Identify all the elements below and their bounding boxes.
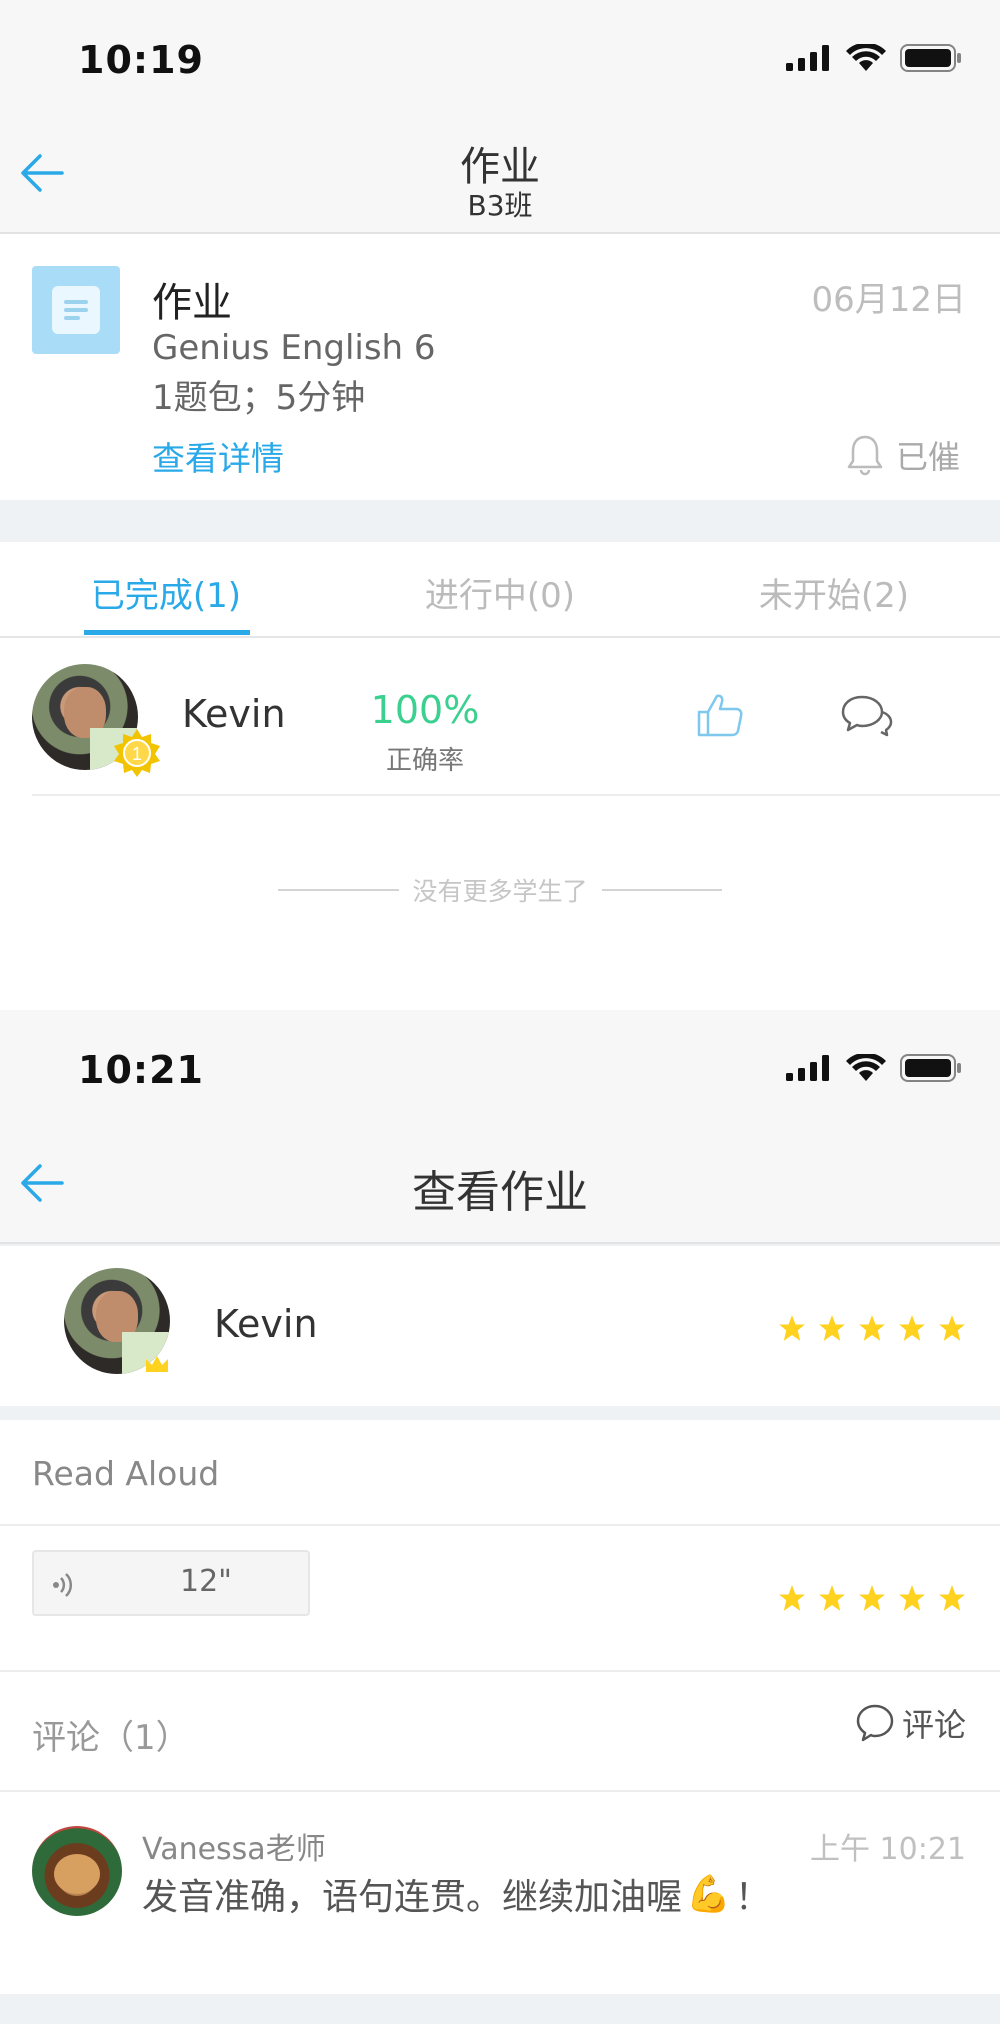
signal-icon xyxy=(786,45,829,71)
row-divider xyxy=(32,794,1000,796)
homework-meta: 1题包；5分钟 xyxy=(152,378,366,418)
star-icon xyxy=(819,1315,845,1341)
nav-bar: 作业 B3班 xyxy=(0,112,1000,234)
no-more-label: 没有更多学生了 xyxy=(412,877,588,906)
homework-book: Genius English 6 xyxy=(152,328,436,368)
add-comment-button[interactable]: 评论 xyxy=(856,1700,966,1746)
nav-subtitle: B3班 xyxy=(467,189,533,222)
status-tabs: 已完成(1) 进行中(0) 未开始(2) xyxy=(0,542,1000,638)
comment-item: Vanessa老师 上午 10:21 发音准确，语句连贯。继续加油喔 💪 ！ xyxy=(0,1792,1000,1994)
screen-homework-overview: 10:19 作业 B3班 作业 06月12日 Genius English 6 … xyxy=(0,0,1000,1010)
section-header: Read Aloud xyxy=(0,1420,1000,1526)
homework-title: 作业 xyxy=(152,280,232,326)
star-icon xyxy=(939,1585,965,1611)
wifi-icon xyxy=(846,44,886,71)
document-icon xyxy=(32,266,120,354)
comment-time: 上午 10:21 xyxy=(810,1832,966,1867)
nav-title: 查看作业 xyxy=(412,1167,588,1218)
star-icon xyxy=(859,1315,885,1341)
add-comment-label: 评论 xyxy=(901,1706,966,1744)
audio-player[interactable]: 12" xyxy=(32,1550,310,1616)
bell-icon xyxy=(847,435,883,476)
comments-header: 评论（1） 评论 xyxy=(0,1672,1000,1792)
star-icon xyxy=(779,1315,805,1341)
student-row[interactable]: 1 Kevin 100% 正确率 xyxy=(0,640,1000,796)
star-icon xyxy=(899,1585,925,1611)
student-header: Kevin xyxy=(0,1246,1000,1406)
star-icon xyxy=(779,1585,805,1611)
homework-card: 作业 06月12日 Genius English 6 1题包；5分钟 查看详情 … xyxy=(0,236,1000,500)
wifi-icon xyxy=(846,1054,886,1081)
audio-rating xyxy=(778,1584,966,1612)
star-icon xyxy=(859,1585,885,1611)
remind-label: 已催 xyxy=(895,438,960,476)
comments-count: 评论（1） xyxy=(32,1718,190,1758)
section-divider xyxy=(0,500,1000,542)
star-icon xyxy=(899,1315,925,1341)
audio-answer-row: 12" xyxy=(0,1526,1000,1672)
star-icon xyxy=(819,1585,845,1611)
view-details-link[interactable]: 查看详情 xyxy=(152,432,284,480)
tab-not-started[interactable]: 未开始(2) xyxy=(714,568,954,617)
accuracy-label: 正确率 xyxy=(385,746,464,776)
signal-icon xyxy=(786,1055,829,1081)
remind-status: 已催 xyxy=(846,432,960,478)
speaker-icon xyxy=(53,1573,73,1597)
comment-bubble-icon xyxy=(856,1704,894,1742)
student-rating xyxy=(778,1314,966,1342)
tab-completed[interactable]: 已完成(1) xyxy=(46,568,286,617)
status-time: 10:21 xyxy=(78,1048,204,1092)
rank-badge-icon: 1 xyxy=(114,729,160,777)
battery-icon xyxy=(900,1054,961,1082)
homework-date: 06月12日 xyxy=(811,280,966,320)
student-name: Kevin xyxy=(214,1302,318,1346)
rank-number: 1 xyxy=(132,744,142,764)
teacher-avatar xyxy=(32,1826,122,1916)
status-bar: 10:21 xyxy=(0,1010,1000,1122)
comment-body: 发音准确，语句连贯。继续加油喔 xyxy=(142,1877,683,1918)
star-icon xyxy=(939,1315,965,1341)
comment-author: Vanessa老师 xyxy=(142,1832,326,1867)
flexed-biceps-emoji: 💪 xyxy=(686,1874,731,1915)
active-tab-indicator xyxy=(84,630,250,635)
comment-text: 发音准确，语句连贯。继续加油喔 💪 ！ xyxy=(142,1868,771,1920)
chat-bubbles-icon[interactable] xyxy=(840,694,894,738)
accuracy-value: 100% xyxy=(370,688,480,732)
status-bar: 10:19 xyxy=(0,0,1000,112)
crown-icon xyxy=(146,1356,168,1372)
screen-view-homework: 10:21 查看作业 Kevin Read Aloud 12" 评论（1） 评论… xyxy=(0,1010,1000,2024)
comment-suffix: ！ xyxy=(734,1877,771,1918)
tab-in-progress[interactable]: 进行中(0) xyxy=(380,568,620,617)
audio-duration: 12" xyxy=(180,1564,232,1599)
section-title: Read Aloud xyxy=(32,1454,220,1493)
thumbs-up-icon[interactable] xyxy=(696,692,744,738)
no-more-students: 没有更多学生了 xyxy=(278,872,723,908)
status-time: 10:19 xyxy=(78,38,204,82)
battery-icon xyxy=(900,44,961,72)
student-name: Kevin xyxy=(182,692,286,736)
nav-bar: 查看作业 xyxy=(0,1122,1000,1244)
